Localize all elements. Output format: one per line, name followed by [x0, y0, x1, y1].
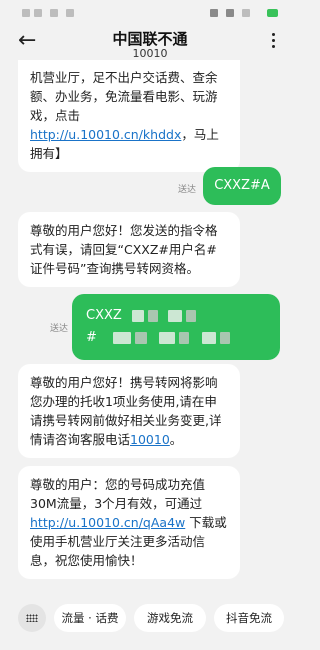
redacted-block: [168, 309, 183, 322]
message-text: 机营业厅，足不出户交话费、查余额、办业务，免流量看电影、玩游戏，点击: [30, 70, 218, 123]
status-indicator: [50, 9, 58, 17]
contact-name: 中国联不通: [112, 30, 188, 48]
outgoing-message: CXXZ #: [72, 294, 280, 360]
message-text: 尊敬的用户您好！您发送的指令格式有误，请回复“CXXZ#用户名#证件号码”查询携…: [30, 223, 218, 276]
battery-icon: [267, 9, 278, 17]
message-text: #: [86, 330, 97, 345]
wifi-icon: [242, 9, 250, 17]
message-text: 尊敬的用户您好！携号转网将影响您办理的托收1项业务使用,请在申请携号转网前做好相…: [30, 375, 222, 447]
message-link[interactable]: http://u.10010.cn/qAa4w: [30, 515, 185, 530]
keyboard-grid-icon: [26, 614, 38, 622]
delivery-status: 送达: [178, 185, 197, 195]
incoming-message: 机营业厅，足不出户交话费、查余额、办业务，免流量看电影、玩游戏，点击 http:…: [18, 60, 240, 172]
quick-reply-chip[interactable]: 游戏免流: [134, 604, 206, 632]
status-indicator: [22, 9, 30, 17]
kebab-menu-icon[interactable]: [272, 33, 276, 51]
redacted-block: [219, 331, 230, 344]
redacted-block: [131, 309, 144, 322]
message-text: 尊敬的用户：您的号码成功充值30M流量，3个月有效，可通过: [30, 477, 206, 511]
redacted-block: [148, 309, 159, 322]
message-line: CXXZ: [86, 306, 266, 326]
message-text: CXXZ#A: [214, 178, 270, 193]
incoming-message: 尊敬的用户您好！携号转网将影响您办理的托收1项业务使用,请在申请携号转网前做好相…: [18, 364, 240, 458]
status-indicator: [34, 9, 42, 17]
message-line: #: [86, 328, 266, 348]
conversation-header: ← 中国联不通 10010: [0, 26, 300, 62]
status-indicator: [66, 9, 74, 17]
message-link[interactable]: http://u.10010.cn/khddx: [30, 127, 181, 142]
redacted-block: [113, 331, 132, 344]
outgoing-message: CXXZ#A: [203, 167, 281, 205]
incoming-message: 尊敬的用户您好！您发送的指令格式有误，请回复“CXXZ#用户名#证件号码”查询携…: [18, 212, 240, 287]
delivery-status: 送达: [50, 324, 69, 334]
status-bar: [0, 0, 300, 26]
keyboard-toggle-button[interactable]: [18, 604, 46, 632]
redacted-block: [186, 309, 197, 322]
contact-number: 10010: [132, 47, 168, 60]
message-text: CXXZ: [86, 308, 122, 323]
message-text: 。: [169, 432, 183, 447]
quick-reply-chip[interactable]: 抖音免流: [214, 604, 284, 632]
incoming-message: 尊敬的用户：您的号码成功充值30M流量，3个月有效，可通过 http://u.10…: [18, 466, 240, 579]
quick-reply-chip[interactable]: 流量 · 话费: [54, 604, 126, 632]
redacted-block: [159, 331, 176, 344]
redacted-block: [135, 331, 148, 344]
redacted-block: [179, 331, 190, 344]
signal-icon: [226, 9, 234, 17]
redacted-block: [201, 331, 216, 344]
signal-icon: [210, 9, 218, 17]
phone-link[interactable]: 10010: [130, 432, 170, 447]
